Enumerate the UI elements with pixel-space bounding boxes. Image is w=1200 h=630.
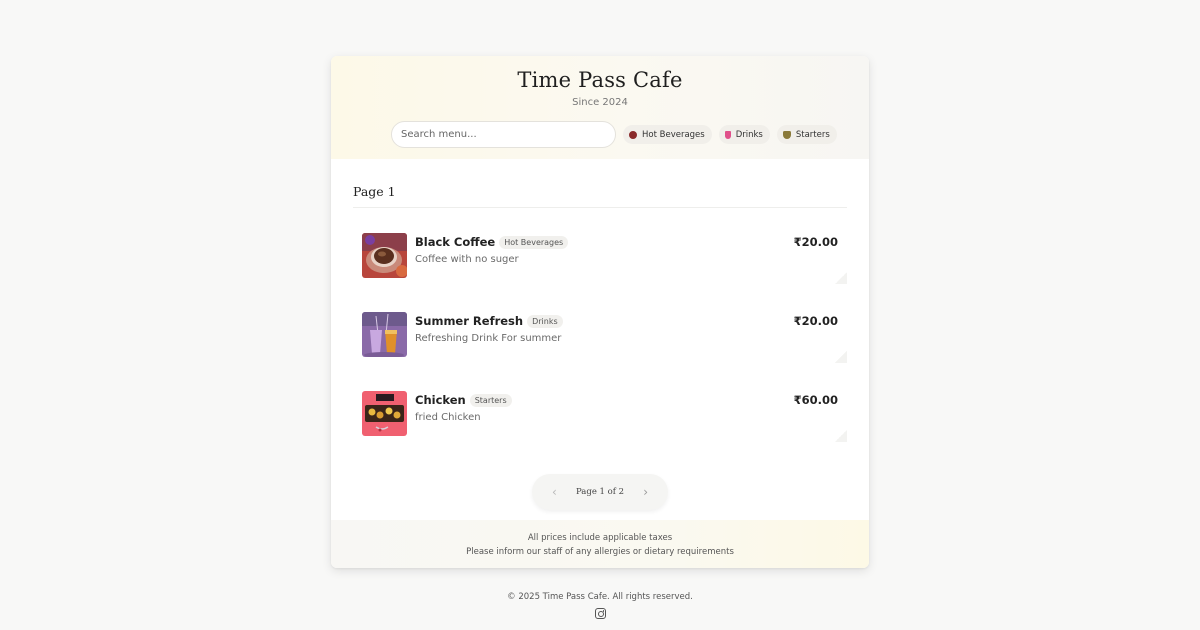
pagination: ‹ Page 1 of 2 › (532, 474, 668, 510)
item-description: Refreshing Drink For summer (415, 333, 562, 344)
menu-item[interactable]: Black Coffee Hot Beverages Coffee with n… (362, 233, 847, 284)
chevron-left-icon[interactable]: ‹ (552, 485, 557, 499)
item-price: ₹20.00 (793, 314, 838, 328)
chip-label: Hot Beverages (642, 129, 705, 140)
menu-header: Time Pass Cafe Since 2024 Hot Beverages … (331, 56, 869, 159)
menu-footer: All prices include applicable taxes Plea… (331, 520, 869, 568)
coffee-cup-icon (629, 130, 637, 139)
cafe-since-text: Since 2024 (572, 97, 628, 108)
category-badge: Starters (469, 393, 512, 407)
bowl-icon (782, 130, 791, 139)
item-price: ₹60.00 (793, 393, 838, 407)
category-badge: Hot Beverages (499, 235, 569, 249)
menu-card: Time Pass Cafe Since 2024 Hot Beverages … (331, 56, 869, 568)
divider (353, 207, 847, 208)
item-description: fried Chicken (415, 412, 481, 423)
item-name-row: Black Coffee Hot Beverages (415, 235, 569, 249)
allergy-note: Please inform our staff of any allergies… (466, 547, 734, 557)
item-price: ₹20.00 (793, 235, 838, 249)
item-name-row: Summer Refresh Drinks (415, 314, 563, 328)
category-chip-starters[interactable]: Starters (776, 125, 837, 144)
chicken-photo (362, 391, 407, 436)
category-chip-hot-beverages[interactable]: Hot Beverages (623, 125, 712, 144)
cafe-title: Time Pass Cafe (517, 68, 683, 92)
search-input[interactable] (391, 121, 616, 148)
pagination-label: Page 1 of 2 (575, 487, 625, 497)
coffee-photo (362, 233, 407, 278)
copyright-text: © 2025 Time Pass Cafe. All rights reserv… (507, 592, 693, 602)
menu-item[interactable]: Summer Refresh Drinks Refreshing Drink F… (362, 312, 847, 363)
item-name-row: Chicken Starters (415, 393, 512, 407)
resize-handle (835, 272, 847, 284)
item-name: Black Coffee (415, 235, 496, 249)
resize-handle (835, 430, 847, 442)
menu-item[interactable]: Chicken Starters fried Chicken ₹60.00 (362, 391, 847, 442)
category-badge: Drinks (527, 314, 563, 328)
item-name: Chicken (415, 393, 466, 407)
chip-label: Drinks (735, 129, 763, 140)
chip-label: Starters (795, 129, 830, 140)
tax-note: All prices include applicable taxes (527, 533, 673, 543)
item-description: Coffee with no suger (415, 254, 519, 265)
drink-glass-icon (724, 130, 731, 139)
category-chip-drinks[interactable]: Drinks (718, 125, 770, 144)
chevron-right-icon[interactable]: › (643, 485, 648, 499)
drinks-photo (362, 312, 407, 357)
search-row: Hot Beverages Drinks Starters (391, 121, 837, 148)
item-name: Summer Refresh (415, 314, 524, 328)
page-heading: Page 1 (353, 184, 396, 199)
instagram-icon[interactable] (595, 608, 606, 619)
resize-handle (835, 351, 847, 363)
